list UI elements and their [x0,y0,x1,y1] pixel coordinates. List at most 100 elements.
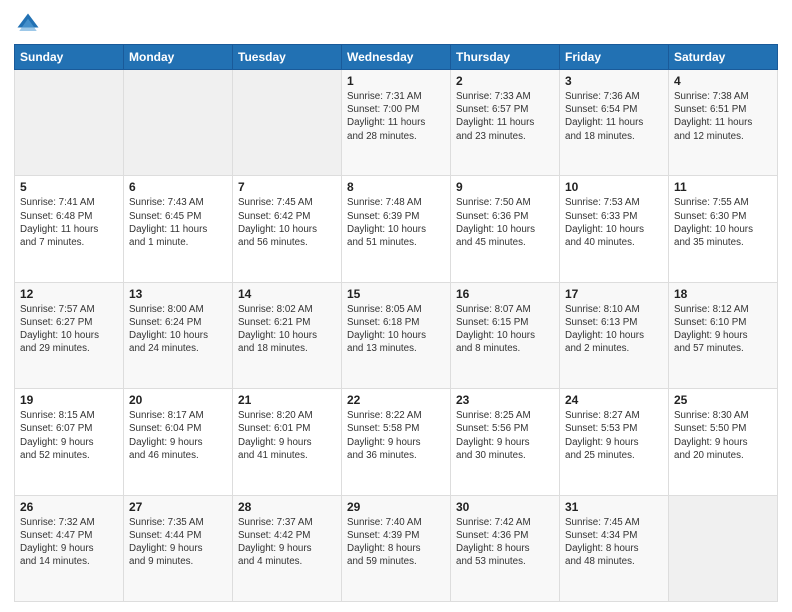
day-number: 16 [456,287,554,301]
day-number: 17 [565,287,663,301]
day-number: 23 [456,393,554,407]
day-number: 24 [565,393,663,407]
calendar-body: 1 Sunrise: 7:31 AM Sunset: 7:00 PM Daylig… [15,70,778,602]
calendar-cell: 5 Sunrise: 7:41 AM Sunset: 6:48 PM Daylig… [15,176,124,282]
day-info: Sunrise: 7:45 AM Sunset: 6:42 PM Dayligh… [238,196,336,249]
day-info: Sunrise: 7:33 AM Sunset: 6:57 PM Dayligh… [456,90,554,143]
day-info: Sunrise: 8:22 AM Sunset: 5:58 PM Dayligh… [347,409,445,462]
calendar-day-header: Friday [560,45,669,70]
page: SundayMondayTuesdayWednesdayThursdayFrid… [0,0,792,612]
calendar-cell [124,70,233,176]
day-number: 14 [238,287,336,301]
day-info: Sunrise: 7:50 AM Sunset: 6:36 PM Dayligh… [456,196,554,249]
header [14,10,778,38]
day-info: Sunrise: 8:00 AM Sunset: 6:24 PM Dayligh… [129,303,227,356]
day-number: 13 [129,287,227,301]
calendar-cell: 29 Sunrise: 7:40 AM Sunset: 4:39 PM Dayli… [342,495,451,601]
calendar-cell: 10 Sunrise: 7:53 AM Sunset: 6:33 PM Dayli… [560,176,669,282]
calendar-day-header: Tuesday [233,45,342,70]
calendar-cell: 23 Sunrise: 8:25 AM Sunset: 5:56 PM Dayli… [451,389,560,495]
calendar-cell [669,495,778,601]
day-number: 11 [674,180,772,194]
day-info: Sunrise: 8:30 AM Sunset: 5:50 PM Dayligh… [674,409,772,462]
day-info: Sunrise: 8:27 AM Sunset: 5:53 PM Dayligh… [565,409,663,462]
day-info: Sunrise: 7:36 AM Sunset: 6:54 PM Dayligh… [565,90,663,143]
day-info: Sunrise: 8:10 AM Sunset: 6:13 PM Dayligh… [565,303,663,356]
day-number: 26 [20,500,118,514]
calendar-cell: 15 Sunrise: 8:05 AM Sunset: 6:18 PM Dayli… [342,282,451,388]
calendar-cell: 30 Sunrise: 7:42 AM Sunset: 4:36 PM Dayli… [451,495,560,601]
day-info: Sunrise: 7:57 AM Sunset: 6:27 PM Dayligh… [20,303,118,356]
day-number: 21 [238,393,336,407]
calendar-cell [15,70,124,176]
calendar-day-header: Monday [124,45,233,70]
day-number: 6 [129,180,227,194]
day-number: 12 [20,287,118,301]
calendar-week-row: 26 Sunrise: 7:32 AM Sunset: 4:47 PM Dayli… [15,495,778,601]
day-info: Sunrise: 7:43 AM Sunset: 6:45 PM Dayligh… [129,196,227,249]
day-number: 3 [565,74,663,88]
day-number: 18 [674,287,772,301]
day-number: 2 [456,74,554,88]
day-info: Sunrise: 7:42 AM Sunset: 4:36 PM Dayligh… [456,516,554,569]
day-info: Sunrise: 8:12 AM Sunset: 6:10 PM Dayligh… [674,303,772,356]
day-number: 15 [347,287,445,301]
calendar-cell: 7 Sunrise: 7:45 AM Sunset: 6:42 PM Daylig… [233,176,342,282]
day-info: Sunrise: 7:55 AM Sunset: 6:30 PM Dayligh… [674,196,772,249]
day-info: Sunrise: 7:31 AM Sunset: 7:00 PM Dayligh… [347,90,445,143]
calendar-cell: 8Sunrise: 7:48 AM Sunset: 6:39 PM Daylig… [342,176,451,282]
day-number: 5 [20,180,118,194]
calendar-cell: 26 Sunrise: 7:32 AM Sunset: 4:47 PM Dayli… [15,495,124,601]
day-info: Sunrise: 8:02 AM Sunset: 6:21 PM Dayligh… [238,303,336,356]
calendar-day-header: Wednesday [342,45,451,70]
day-info: Sunrise: 8:20 AM Sunset: 6:01 PM Dayligh… [238,409,336,462]
day-info: Sunrise: 7:41 AM Sunset: 6:48 PM Dayligh… [20,196,118,249]
calendar-cell: 18 Sunrise: 8:12 AM Sunset: 6:10 PM Dayli… [669,282,778,388]
day-info: Sunrise: 7:35 AM Sunset: 4:44 PM Dayligh… [129,516,227,569]
calendar-cell: 14 Sunrise: 8:02 AM Sunset: 6:21 PM Dayli… [233,282,342,388]
calendar-cell: 13 Sunrise: 8:00 AM Sunset: 6:24 PM Dayli… [124,282,233,388]
day-number: 20 [129,393,227,407]
calendar-cell: 27 Sunrise: 7:35 AM Sunset: 4:44 PM Dayli… [124,495,233,601]
day-info: Sunrise: 7:53 AM Sunset: 6:33 PM Dayligh… [565,196,663,249]
calendar-cell: 12 Sunrise: 7:57 AM Sunset: 6:27 PM Dayli… [15,282,124,388]
calendar-day-header: Saturday [669,45,778,70]
day-number: 25 [674,393,772,407]
calendar-cell: 2 Sunrise: 7:33 AM Sunset: 6:57 PM Daylig… [451,70,560,176]
day-info: Sunrise: 7:48 AM Sunset: 6:39 PM Dayligh… [347,196,445,249]
day-info: Sunrise: 8:07 AM Sunset: 6:15 PM Dayligh… [456,303,554,356]
calendar-cell: 21 Sunrise: 8:20 AM Sunset: 6:01 PM Dayli… [233,389,342,495]
calendar-header-row: SundayMondayTuesdayWednesdayThursdayFrid… [15,45,778,70]
calendar-cell: 3 Sunrise: 7:36 AM Sunset: 6:54 PM Daylig… [560,70,669,176]
day-number: 30 [456,500,554,514]
logo-icon [14,10,42,38]
calendar-cell: 20Sunrise: 8:17 AM Sunset: 6:04 PM Dayli… [124,389,233,495]
calendar-week-row: 12 Sunrise: 7:57 AM Sunset: 6:27 PM Dayli… [15,282,778,388]
day-number: 7 [238,180,336,194]
calendar-cell: 1 Sunrise: 7:31 AM Sunset: 7:00 PM Daylig… [342,70,451,176]
calendar-day-header: Thursday [451,45,560,70]
day-number: 10 [565,180,663,194]
calendar-cell: 24 Sunrise: 8:27 AM Sunset: 5:53 PM Dayli… [560,389,669,495]
calendar-cell: 31 Sunrise: 7:45 AM Sunset: 4:34 PM Dayli… [560,495,669,601]
day-info: Sunrise: 7:32 AM Sunset: 4:47 PM Dayligh… [20,516,118,569]
calendar-header: SundayMondayTuesdayWednesdayThursdayFrid… [15,45,778,70]
calendar-cell: 25 Sunrise: 8:30 AM Sunset: 5:50 PM Dayli… [669,389,778,495]
calendar-cell: 28Sunrise: 7:37 AM Sunset: 4:42 PM Dayli… [233,495,342,601]
day-info: Sunrise: 8:25 AM Sunset: 5:56 PM Dayligh… [456,409,554,462]
day-info: Sunrise: 7:45 AM Sunset: 4:34 PM Dayligh… [565,516,663,569]
day-number: 29 [347,500,445,514]
calendar-cell: 16 Sunrise: 8:07 AM Sunset: 6:15 PM Dayli… [451,282,560,388]
calendar-cell: 17 Sunrise: 8:10 AM Sunset: 6:13 PM Dayli… [560,282,669,388]
day-info: Sunrise: 8:05 AM Sunset: 6:18 PM Dayligh… [347,303,445,356]
day-info: Sunrise: 7:38 AM Sunset: 6:51 PM Dayligh… [674,90,772,143]
calendar-week-row: 19Sunrise: 8:15 AM Sunset: 6:07 PM Dayli… [15,389,778,495]
day-info: Sunrise: 8:15 AM Sunset: 6:07 PM Dayligh… [20,409,118,462]
day-number: 31 [565,500,663,514]
day-number: 1 [347,74,445,88]
day-number: 27 [129,500,227,514]
calendar-cell: 4Sunrise: 7:38 AM Sunset: 6:51 PM Daylig… [669,70,778,176]
day-number: 9 [456,180,554,194]
day-info: Sunrise: 7:40 AM Sunset: 4:39 PM Dayligh… [347,516,445,569]
calendar-cell: 19Sunrise: 8:15 AM Sunset: 6:07 PM Dayli… [15,389,124,495]
